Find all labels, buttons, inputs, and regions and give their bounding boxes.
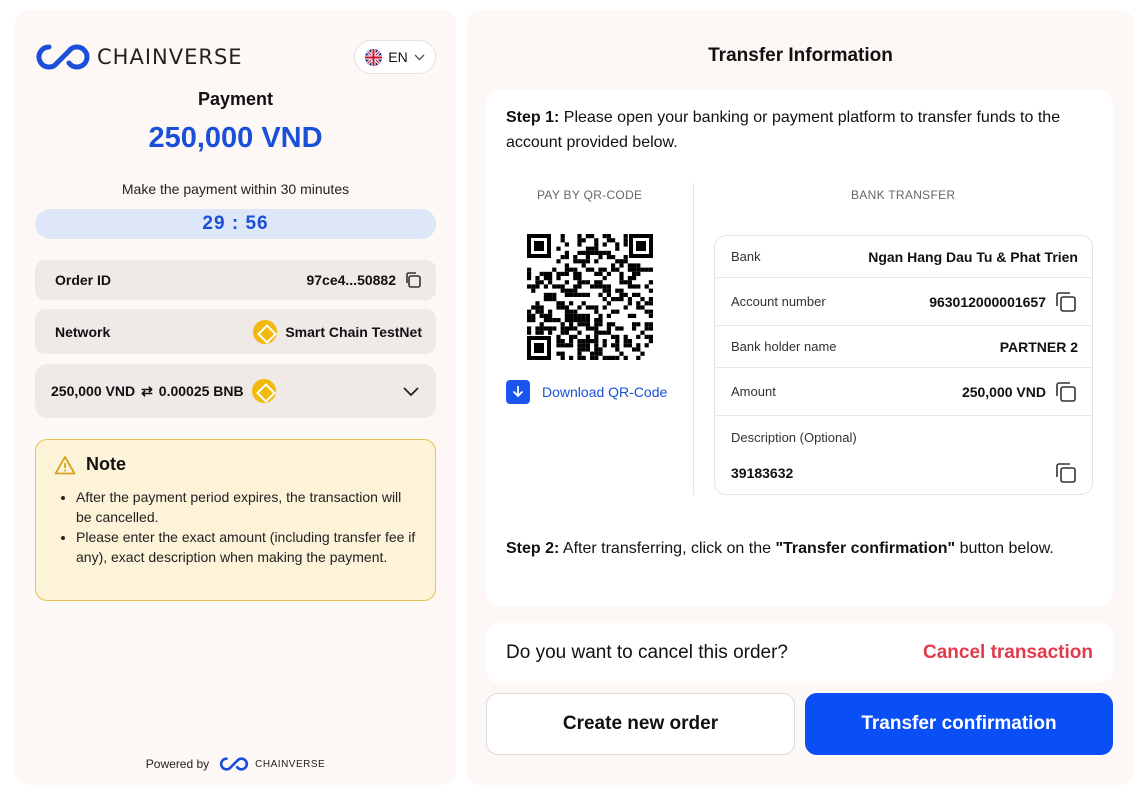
holder-label: Bank holder name — [731, 339, 837, 354]
note-box: Note After the payment period expires, t… — [35, 439, 436, 601]
bank-row: Bank Ngan Hang Dau Tu & Phat Trien — [715, 236, 1092, 278]
holder-value: PARTNER 2 — [999, 338, 1078, 355]
bnb-coin-icon — [253, 319, 278, 344]
transfer-title: Transfer Information — [708, 45, 893, 66]
create-new-order-button[interactable]: Create new order — [486, 693, 795, 755]
bnb-coin-icon — [251, 379, 276, 403]
conversion-row[interactable]: 250,000 VND ⇄ 0.00025 BNB — [35, 364, 436, 418]
transfer-confirmation-button[interactable]: Transfer confirmation — [805, 693, 1113, 755]
description-label: Description (Optional) — [731, 430, 857, 445]
qr-heading: PAY BY QR-CODE — [537, 188, 643, 202]
column-divider — [693, 183, 694, 495]
step2-post: button below. — [959, 540, 1054, 557]
description-value: 39183632 — [731, 465, 794, 481]
order-id-label: Order ID — [55, 272, 112, 288]
step1-label: Step 1: — [506, 109, 560, 126]
brand-name: CHAINVERSE — [97, 45, 243, 69]
transfer-panel: Transfer Information Step 1: Please open… — [467, 10, 1134, 785]
holder-row: Bank holder name PARTNER 2 — [715, 326, 1092, 368]
copy-icon[interactable] — [404, 271, 422, 289]
bank-details: Bank Ngan Hang Dau Tu & Phat Trien Accou… — [714, 235, 1093, 495]
cancel-question: Do you want to cancel this order? — [506, 642, 788, 663]
conversion-from: 250,000 VND — [51, 383, 136, 399]
note-item: After the payment period expires, the tr… — [76, 487, 417, 527]
step2-text: Step 2: After transferring, click on the… — [506, 536, 1096, 561]
transfer-card: Step 1: Please open your banking or paym… — [486, 90, 1113, 606]
payment-deadline-text: Make the payment within 30 minutes — [121, 181, 350, 197]
chainverse-logo-icon — [36, 44, 90, 70]
cancel-transaction-link[interactable]: Cancel transaction — [923, 642, 1093, 664]
uk-flag-icon — [365, 48, 383, 66]
download-icon — [506, 380, 530, 404]
powered-by-brand: CHAINVERSE — [255, 758, 326, 770]
payment-panel: CHAINVERSE EN Payment 250,000 VND Make t… — [15, 10, 456, 785]
copy-icon[interactable] — [1054, 290, 1078, 314]
countdown-timer: 29 : 56 — [35, 209, 436, 239]
download-qr-button[interactable]: Download QR-Code — [506, 380, 667, 404]
exchange-arrows-icon: ⇄ — [141, 382, 153, 399]
copy-icon[interactable] — [1054, 461, 1078, 485]
step2-pre: After transferring, click on the — [562, 540, 771, 557]
language-code: EN — [388, 49, 408, 65]
step1-text: Step 1: Please open your banking or paym… — [506, 105, 1096, 155]
warning-icon — [54, 455, 76, 474]
brand-logo: CHAINVERSE — [35, 42, 243, 72]
account-number-row: Account number 963012000001657 — [715, 278, 1092, 326]
account-number-value: 963012000001657 — [929, 293, 1046, 310]
network-row: Network Smart Chain TestNet — [35, 309, 436, 354]
network-value: Smart Chain TestNet — [285, 323, 422, 340]
step1-description: Please open your banking or payment plat… — [506, 109, 1061, 151]
step2-bold: "Transfer confirmation" — [775, 540, 956, 557]
description-row: Description (Optional) 39183632 — [715, 416, 1092, 494]
conversion-to: 0.00025 BNB — [158, 383, 244, 399]
chevron-down-icon[interactable] — [402, 386, 420, 397]
note-title: Note — [86, 454, 126, 474]
copy-icon[interactable] — [1054, 380, 1078, 404]
note-item: Please enter the exact amount (including… — [76, 527, 417, 567]
order-id-value: 97ce4...50882 — [306, 272, 396, 288]
payment-amount: 250,000 VND — [148, 122, 323, 154]
qr-code-image — [527, 234, 653, 360]
cancel-order-row: Do you want to cancel this order? Cancel… — [486, 623, 1113, 683]
bank-label: Bank — [731, 249, 761, 264]
language-selector[interactable]: EN — [354, 40, 436, 74]
powered-by-label: Powered by — [145, 757, 210, 771]
payment-title: Payment — [197, 89, 274, 109]
network-label: Network — [55, 323, 111, 340]
powered-by: Powered by CHAINVERSE — [15, 756, 456, 772]
order-id-row: Order ID 97ce4...50882 — [35, 260, 436, 300]
amount-row: Amount 250,000 VND — [715, 368, 1092, 416]
step2-label: Step 2: — [506, 540, 560, 557]
account-number-label: Account number — [731, 294, 826, 309]
bank-heading: BANK TRANSFER — [851, 188, 956, 202]
download-qr-label: Download QR-Code — [542, 384, 668, 400]
chevron-down-icon — [414, 54, 425, 60]
chainverse-logo-icon — [220, 757, 249, 771]
amount-label: Amount — [731, 384, 776, 399]
bank-value: Ngan Hang Dau Tu & Phat Trien — [868, 248, 1078, 265]
amount-value: 250,000 VND — [961, 383, 1046, 400]
